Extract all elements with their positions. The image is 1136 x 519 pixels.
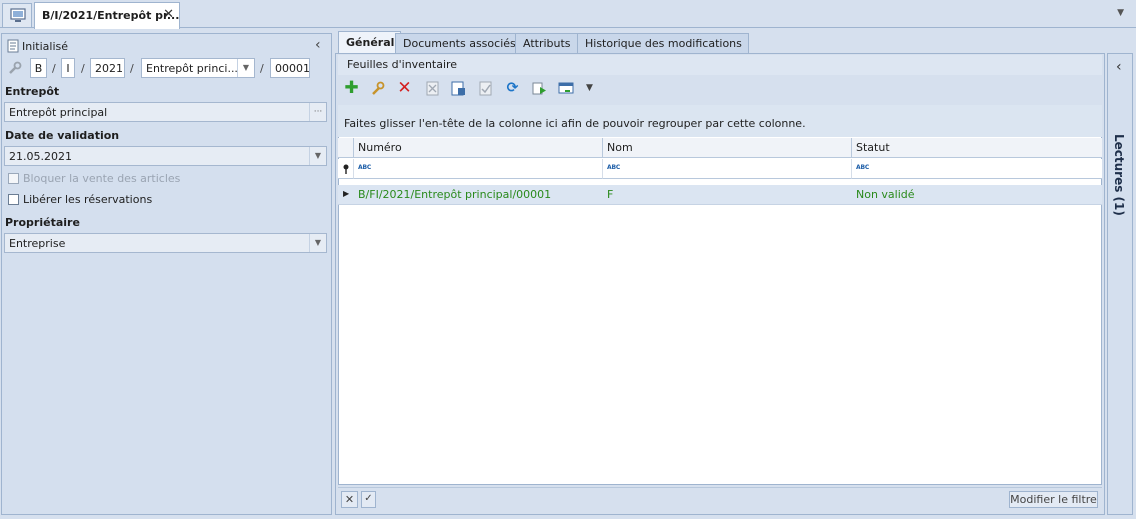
wrench-icon[interactable] <box>369 80 386 97</box>
document-status-icon <box>7 39 19 53</box>
number-separator: / <box>130 62 134 75</box>
document-status-text: Initialisé <box>22 40 68 53</box>
table-row-indicator[interactable]: ▶ <box>338 185 354 205</box>
document-tab[interactable]: B/I/2021/Entrepôt pr... ✕ <box>34 2 180 29</box>
wrench-icon <box>9 61 22 74</box>
date-validation-value: 21.05.2021 <box>9 150 72 163</box>
chevron-down-icon[interactable]: ▼ <box>237 59 254 77</box>
tab-historique[interactable]: Historique des modifications <box>577 33 749 53</box>
number-separator: / <box>81 62 85 75</box>
text-filter-icon: ABC <box>358 164 372 171</box>
refresh-icon[interactable]: ⟳ <box>504 80 521 97</box>
number-year-field[interactable]: 2021 <box>90 58 125 78</box>
add-icon[interactable]: ✚ <box>343 80 360 97</box>
cancel-doc-icon[interactable] <box>424 80 441 97</box>
tab-documents-associes[interactable]: Documents associés <box>395 33 523 53</box>
liberer-reservations-checkbox[interactable] <box>8 194 19 205</box>
save-doc-icon[interactable] <box>450 80 467 97</box>
column-header-nom[interactable]: Nom <box>603 138 852 158</box>
group-by-panel[interactable]: Faites glisser l'en-tête de la colonne i… <box>338 105 1102 137</box>
current-row-arrow-icon: ▶ <box>343 189 350 198</box>
column-header-statut[interactable]: Statut <box>852 138 1102 158</box>
collapse-panel-icon[interactable]: ‹ <box>315 37 321 53</box>
chevron-down-icon[interactable]: ▼ <box>309 147 326 165</box>
pin-icon <box>343 164 349 174</box>
grid-toolbar: ✚ ✕ ⟳ ▼ <box>338 76 1102 102</box>
date-validation-label: Date de validation <box>5 129 120 142</box>
bloquer-vente-label: Bloquer la vente des articles <box>23 172 181 185</box>
number-warehouse-combo[interactable]: Entrepôt princi... ▼ <box>141 58 255 78</box>
modify-filter-button[interactable]: Modifier le filtre <box>1009 491 1098 508</box>
row-indicator-header <box>338 138 354 158</box>
table-row-numero[interactable]: B/FI/2021/Entrepôt principal/00001 <box>354 185 603 205</box>
number-counter-field[interactable]: 00001 <box>270 58 310 78</box>
proprietaire-label: Propriétaire <box>5 216 80 229</box>
chevron-down-icon[interactable]: ▼ <box>581 80 598 97</box>
delete-icon[interactable]: ✕ <box>396 80 413 97</box>
subtab-feuilles-inventaire[interactable]: Feuilles d'inventaire <box>338 55 1102 75</box>
number-separator: / <box>52 62 56 75</box>
run-icon[interactable] <box>531 80 548 97</box>
expand-panel-icon[interactable]: ‹ <box>1116 59 1122 75</box>
table-row-nom[interactable]: F <box>603 185 852 205</box>
lectures-side-panel[interactable]: ‹ Lectures (1) <box>1107 53 1133 515</box>
bloquer-vente-checkbox[interactable] <box>8 173 19 184</box>
number-series-field[interactable]: B <box>30 58 47 78</box>
tab-list-dropdown-icon[interactable]: ▼ <box>1117 8 1124 18</box>
proprietaire-value: Entreprise <box>9 237 66 250</box>
tab-attributs[interactable]: Attributs <box>515 33 578 53</box>
date-validation-field[interactable]: 21.05.2021 ▼ <box>4 146 327 166</box>
column-header-numero[interactable]: Numéro <box>354 138 603 158</box>
monitor-icon <box>10 8 26 22</box>
lectures-label: Lectures (1) <box>1112 134 1126 216</box>
clear-filter-icon[interactable]: ✕ <box>341 491 358 508</box>
number-warehouse-value: Entrepôt princi... <box>146 62 238 75</box>
chevron-down-icon[interactable]: ▼ <box>309 234 326 252</box>
text-filter-icon: ABC <box>607 164 621 171</box>
desktop-tab[interactable] <box>2 3 32 27</box>
entrepot-label: Entrepôt <box>5 85 60 98</box>
filter-row-indicator <box>338 159 354 179</box>
text-filter-icon: ABC <box>856 164 870 171</box>
ellipsis-button[interactable]: ··· <box>309 103 326 121</box>
grid-footer <box>338 487 1102 512</box>
close-icon[interactable]: ✕ <box>163 7 174 22</box>
filter-cell-nom[interactable]: ABC <box>603 159 852 179</box>
number-separator: / <box>260 62 264 75</box>
document-tab-title: B/I/2021/Entrepôt pr... <box>42 9 180 22</box>
entrepot-value: Entrepôt principal <box>9 106 108 119</box>
enable-filter-checkbox-icon[interactable]: ✓ <box>361 491 376 508</box>
export-icon[interactable] <box>558 80 575 97</box>
filter-cell-statut[interactable]: ABC <box>852 159 1102 179</box>
filter-cell-numero[interactable]: ABC <box>354 159 603 179</box>
entrepot-field[interactable]: Entrepôt principal ··· <box>4 102 327 122</box>
table-row-statut[interactable]: Non validé <box>852 185 1102 205</box>
liberer-reservations-label: Libérer les réservations <box>23 193 153 206</box>
proprietaire-field[interactable]: Entreprise ▼ <box>4 233 327 253</box>
tab-general[interactable]: Général <box>338 31 402 53</box>
number-type-field[interactable]: I <box>61 58 75 78</box>
validate-doc-icon[interactable] <box>477 80 494 97</box>
